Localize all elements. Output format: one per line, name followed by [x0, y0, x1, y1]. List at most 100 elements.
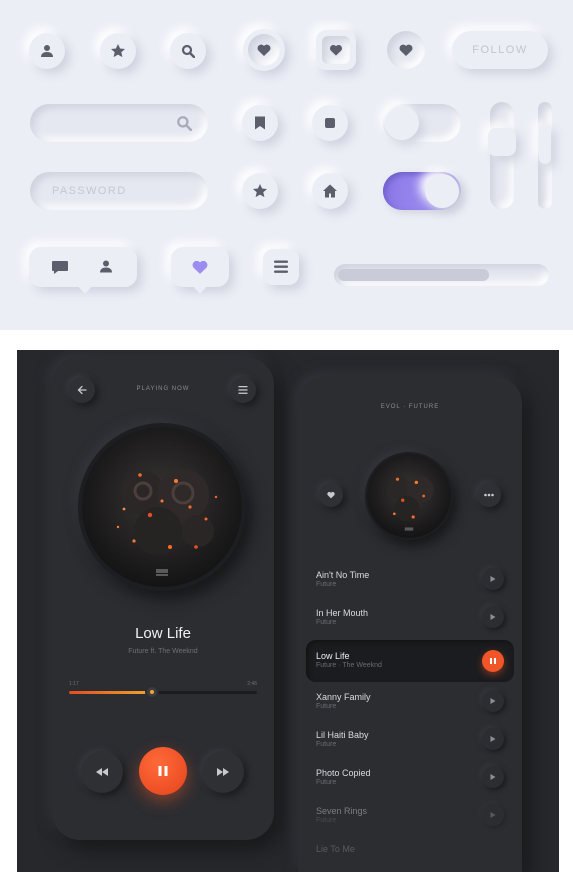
track-play-button[interactable] — [482, 690, 504, 712]
track-row[interactable]: Ain't No Time Future — [306, 561, 514, 599]
track-row-active[interactable]: Low Life Future · The Weeknd — [306, 640, 514, 682]
track-title: Ain't No Time — [316, 570, 370, 580]
track-artist: Future — [316, 741, 337, 748]
rewind-button[interactable] — [81, 751, 123, 793]
album-art — [78, 423, 246, 591]
password-placeholder: PASSWORD — [52, 185, 127, 197]
pause-button[interactable] — [139, 747, 187, 795]
star-button[interactable] — [100, 33, 136, 69]
heart-button-inner — [248, 34, 280, 66]
track-artist: Future — [316, 703, 337, 710]
track-play-button[interactable] — [482, 606, 504, 628]
track-play-button[interactable] — [482, 568, 504, 590]
player-card: PLAYING NOW Low Life Future ft. The Week… — [52, 357, 274, 840]
track-title: Xanny Family — [316, 692, 371, 702]
heart-button-square-inner — [322, 36, 350, 64]
track-row[interactable]: Xanny Family Future — [306, 683, 514, 721]
follow-button[interactable]: FOLLOW — [452, 31, 548, 69]
playlist-album-art — [365, 452, 453, 540]
track-title: Lie To Me — [316, 844, 355, 854]
user-button[interactable] — [29, 33, 65, 69]
track-play-button[interactable] — [482, 804, 504, 826]
heart-bubble[interactable] — [171, 247, 229, 294]
track-artist: Future — [316, 779, 337, 786]
progress-slider-fill — [338, 269, 490, 281]
progress-slider[interactable] — [334, 264, 549, 286]
favorite-button[interactable] — [319, 483, 343, 507]
play-icon — [490, 614, 496, 620]
star-button-2[interactable] — [242, 173, 278, 209]
chat-user-bubble[interactable] — [29, 247, 137, 294]
more-button[interactable] — [477, 483, 501, 507]
toggle-switch-off[interactable] — [383, 104, 461, 142]
play-icon — [490, 812, 496, 818]
track-pause-button[interactable] — [482, 650, 504, 672]
track-artist: Future — [316, 817, 337, 824]
bookmark-button[interactable] — [242, 105, 278, 141]
player-progress-thumb[interactable] — [146, 687, 157, 697]
play-icon — [490, 774, 496, 780]
vertical-slider-thumb[interactable] — [488, 128, 516, 156]
vertical-slider[interactable] — [488, 102, 516, 209]
search-input[interactable] — [30, 104, 208, 142]
heart-icon — [257, 44, 271, 56]
more-icon — [484, 493, 494, 497]
toggle-switch-on[interactable] — [383, 172, 461, 210]
heart-button-square[interactable] — [316, 30, 356, 70]
vertical-slider-thin-thumb[interactable] — [539, 124, 551, 164]
fast-forward-button[interactable] — [202, 751, 244, 793]
track-row[interactable]: Lil Haiti Baby Future — [306, 721, 514, 759]
rewind-icon — [96, 768, 108, 776]
player-menu-button[interactable] — [230, 377, 256, 403]
track-title: Seven Rings — [316, 806, 368, 816]
heart-button-pressed[interactable] — [387, 31, 425, 69]
follow-label: FOLLOW — [472, 44, 528, 56]
stop-icon — [325, 118, 335, 128]
track-title: Low Life — [316, 651, 350, 661]
pause-icon — [158, 766, 168, 776]
toggle-knob-on — [425, 174, 459, 208]
user-icon — [100, 260, 112, 273]
menu-icon — [274, 260, 288, 273]
vertical-slider-thin[interactable] — [538, 102, 552, 209]
player-progress-fill — [69, 691, 152, 694]
track-play-button[interactable] — [482, 766, 504, 788]
heart-icon — [192, 260, 208, 274]
password-input[interactable]: PASSWORD — [30, 172, 208, 210]
play-icon — [490, 736, 496, 742]
time-total: 2:46 — [247, 681, 257, 687]
home-icon — [323, 184, 337, 198]
play-icon — [490, 698, 496, 704]
album-cover-roses-image — [82, 427, 242, 587]
fast-forward-icon — [217, 768, 229, 776]
track-row[interactable]: Photo Copied Future — [306, 759, 514, 797]
menu-button[interactable] — [263, 249, 299, 285]
heart-button-raised[interactable] — [243, 29, 285, 71]
star-icon — [111, 44, 125, 58]
song-artist: Future ft. The Weeknd — [128, 648, 198, 655]
track-row[interactable]: Seven Rings Future — [306, 797, 514, 835]
playlist-header: EVOL · FUTURE — [380, 404, 440, 410]
pause-icon — [490, 658, 496, 664]
search-icon — [181, 44, 195, 58]
bubble-tail — [192, 285, 208, 294]
track-row[interactable]: In Her Mouth Future — [306, 599, 514, 637]
search-icon — [177, 116, 192, 131]
track-title: Lil Haiti Baby — [316, 730, 369, 740]
play-icon — [490, 576, 496, 582]
search-button[interactable] — [170, 33, 206, 69]
player-progress-track[interactable] — [69, 687, 257, 697]
track-artist: Future — [316, 581, 337, 588]
heart-icon — [329, 45, 343, 56]
user-icon — [41, 45, 53, 57]
track-row[interactable]: Lie To Me — [306, 835, 514, 872]
song-title: Low Life — [135, 625, 191, 642]
track-title: In Her Mouth — [316, 608, 369, 618]
home-button[interactable] — [312, 173, 348, 209]
track-play-button[interactable] — [482, 728, 504, 750]
neumorphic-component-sheet: FOLLOW PASSWORD — [0, 0, 573, 330]
bookmark-icon — [255, 116, 265, 130]
stop-button[interactable] — [312, 105, 348, 141]
toggle-knob — [385, 106, 419, 140]
heart-icon — [327, 491, 335, 499]
